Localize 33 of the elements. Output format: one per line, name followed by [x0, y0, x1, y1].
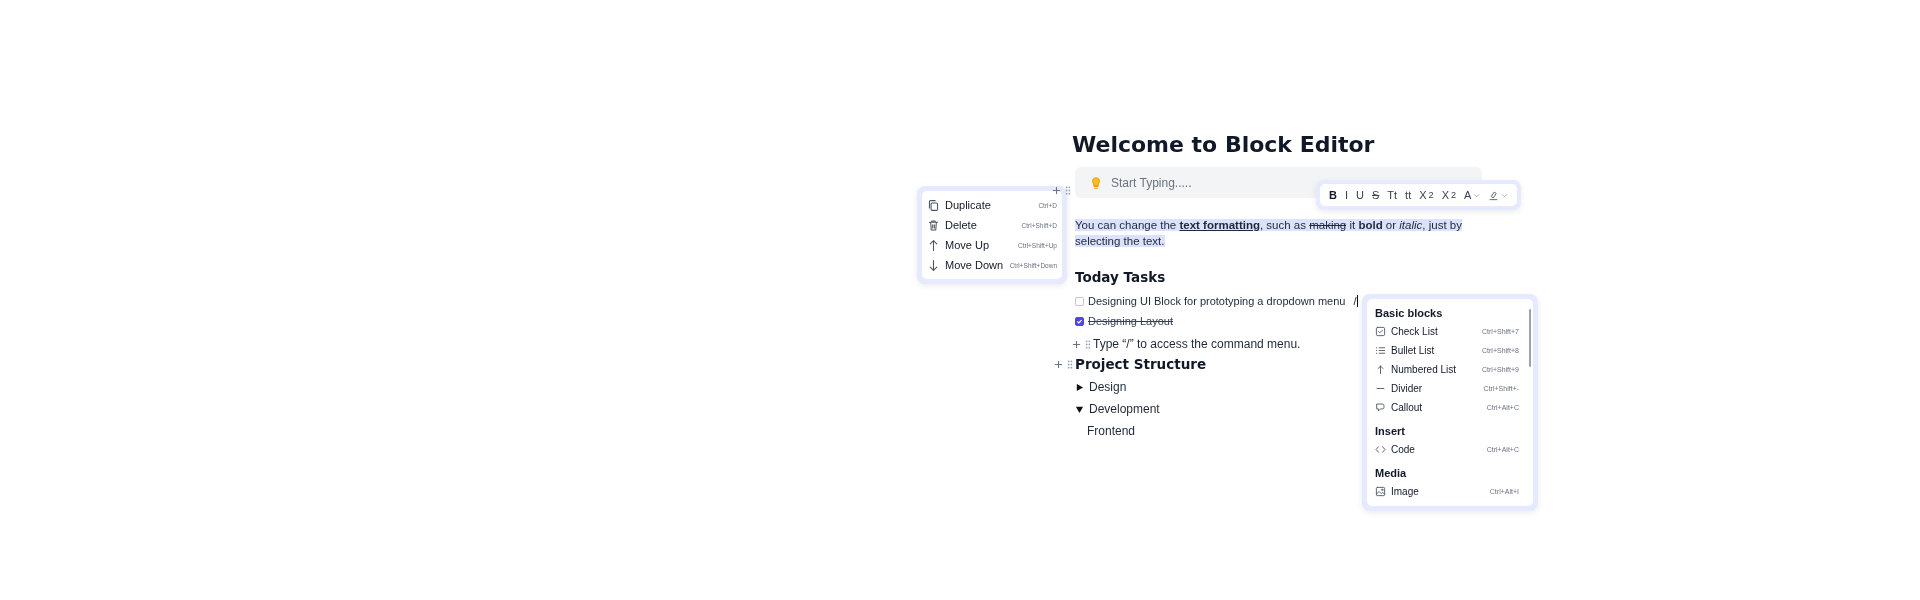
menu-item[interactable]: Numbered List	[1391, 364, 1457, 375]
section-heading: Today Tasks	[1075, 269, 1167, 285]
format-button[interactable]: Tt	[1384, 189, 1401, 201]
text-color-button[interactable]: A	[1461, 189, 1484, 201]
menu-section-title: Basic blocks	[1375, 307, 1444, 319]
section-heading: Project Structure	[1075, 356, 1207, 372]
format-button[interactable]: tt	[1402, 189, 1415, 201]
menu-item[interactable]: Code	[1391, 444, 1415, 455]
format-button[interactable]: I	[1341, 189, 1351, 201]
menu-item[interactable]: Callout	[1391, 402, 1423, 413]
tree-item[interactable]: Development	[1089, 402, 1160, 416]
task-label: Designing Layout	[1088, 315, 1173, 327]
menu-item[interactable]: Check List	[1391, 326, 1438, 337]
tree-item[interactable]: Design	[1089, 380, 1127, 394]
menu-item[interactable]: Bullet List	[1391, 345, 1435, 356]
callout-input[interactable]: Start Typing.....	[1111, 175, 1311, 190]
page-title: Welcome to Block Editor	[1072, 132, 1376, 157]
menu-item[interactable]: Delete	[945, 219, 977, 231]
format-button[interactable]: U	[1353, 189, 1367, 201]
menu-item[interactable]: Move Up	[945, 239, 990, 251]
menu-section-title: Media	[1375, 467, 1408, 479]
menu-item[interactable]: Duplicate	[945, 199, 991, 211]
tree-item[interactable]: Frontend	[1087, 424, 1136, 438]
menu-item[interactable]: Image	[1391, 486, 1419, 497]
paragraph: You can change the text formatting, such as making it bold or italic, just by selecting the text.	[1075, 218, 1463, 249]
menu-item[interactable]: Divider	[1391, 383, 1423, 394]
task-label: Designing UI Block for prototyping a dropdown menu	[1088, 295, 1346, 307]
menu-section-title: Insert	[1375, 425, 1406, 437]
format-button[interactable]: B	[1326, 189, 1340, 201]
hint-text: Type “/” to access the command menu.	[1093, 337, 1301, 351]
menu-item[interactable]: Move Down	[945, 259, 1004, 271]
typed-text: /	[1353, 295, 1359, 307]
format-button[interactable]: S	[1368, 189, 1383, 201]
